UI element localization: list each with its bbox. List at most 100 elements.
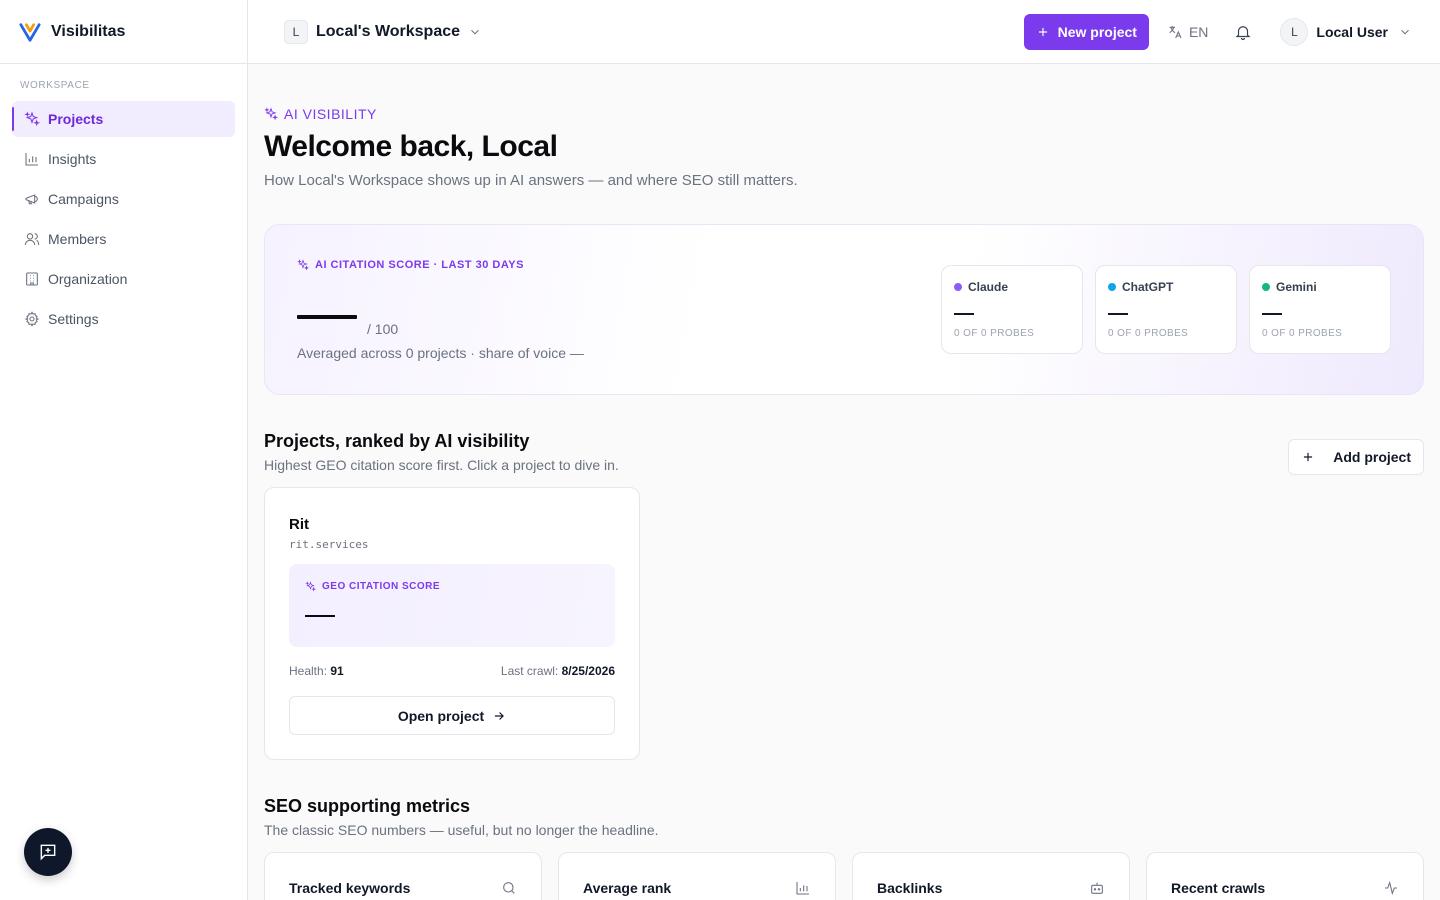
plus-icon <box>1304 452 1313 462</box>
bar-chart-icon <box>25 153 38 166</box>
project-name: Rit <box>289 516 309 533</box>
engine-card-chatgpt[interactable]: ChatGPT 0 OF 0 PROBES <box>1095 265 1237 354</box>
sidebar-nav: WORKSPACE Projects Insights Campaigns Me… <box>0 64 247 337</box>
activity-icon <box>1385 880 1397 896</box>
crawl-value: 8/25/2026 <box>561 664 615 678</box>
sidebar-item-label: Organization <box>48 271 128 287</box>
arrow-right-icon <box>495 711 505 720</box>
building-icon <box>26 272 38 286</box>
metric-label: Backlinks <box>877 880 943 896</box>
metric-card-tracked-keywords[interactable]: Tracked keywords <box>264 852 542 900</box>
brand-logo-icon <box>19 22 41 42</box>
sidebar-item-campaigns[interactable]: Campaigns <box>12 181 235 217</box>
sidebar: Visibilitas WORKSPACE Projects Insights … <box>0 0 248 900</box>
sparkles-icon <box>297 259 309 271</box>
engine-dot <box>1262 283 1270 291</box>
engine-score-placeholder <box>1108 313 1128 315</box>
megaphone-icon <box>25 194 38 205</box>
bot-icon <box>1091 882 1103 894</box>
crawl-label: Last crawl: <box>500 664 559 678</box>
engine-probes: 0 OF 0 PROBES <box>954 328 1035 339</box>
sidebar-item-label: Settings <box>48 311 99 327</box>
sidebar-item-insights[interactable]: Insights <box>12 141 235 177</box>
engine-name: Gemini <box>1262 280 1378 294</box>
gear-icon <box>24 311 40 327</box>
new-project-button[interactable]: New project <box>1023 13 1149 50</box>
sidebar-item-label: Campaigns <box>48 191 119 207</box>
sidebar-item-settings[interactable]: Settings <box>12 301 235 337</box>
page-title: Welcome back, Local <box>264 130 558 163</box>
search-icon <box>503 882 515 894</box>
page-kicker: AI VISIBILITY <box>264 106 377 122</box>
metric-label: Average rank <box>583 880 672 896</box>
add-project-label: Add project <box>1333 449 1411 465</box>
engine-card-gemini[interactable]: Gemini 0 OF 0 PROBES <box>1249 265 1391 354</box>
engine-dot <box>1108 283 1116 291</box>
health-value: 91 <box>330 664 344 678</box>
engine-score-placeholder <box>954 313 974 315</box>
metric-label: Tracked keywords <box>289 880 411 896</box>
score-value-placeholder <box>297 315 357 319</box>
bell-icon[interactable] <box>1234 23 1252 41</box>
open-project-button[interactable]: Open project <box>289 696 615 735</box>
score-max: / 100 <box>367 321 399 337</box>
project-last-crawl: Last crawl: 8/25/2026 <box>501 664 615 678</box>
geo-score-box: GEO CITATION SCORE <box>289 564 615 647</box>
seo-section-title: SEO supporting metrics <box>264 796 471 816</box>
page-subtitle: How Local's Workspace shows up in AI ans… <box>264 172 798 189</box>
sparkles-icon <box>264 107 278 121</box>
topbar-actions: New project EN L Local User <box>1023 13 1412 50</box>
metric-card-recent-crawls[interactable]: Recent crawls <box>1146 852 1424 900</box>
metric-label: Recent crawls <box>1171 880 1266 896</box>
sidebar-item-members[interactable]: Members <box>12 221 235 257</box>
topbar: L Local's Workspace New project EN L Loc… <box>248 0 1440 64</box>
metric-card-average-rank[interactable]: Average rank <box>558 852 836 900</box>
engine-name: ChatGPT <box>1108 280 1224 294</box>
score-kicker-label: AI CITATION SCORE · LAST 30 DAYS <box>315 259 524 271</box>
project-card[interactable]: Rit rit.services GEO CITATION SCORE Heal… <box>264 487 640 760</box>
page-kicker-label: AI VISIBILITY <box>284 106 377 122</box>
engine-probes: 0 OF 0 PROBES <box>1262 328 1343 339</box>
engine-label: ChatGPT <box>1122 280 1174 294</box>
sparkles-icon <box>305 581 316 592</box>
geo-score-placeholder <box>305 615 335 617</box>
language-label: EN <box>1188 23 1209 40</box>
engine-label: Claude <box>968 280 1009 294</box>
user-menu[interactable]: L Local User <box>1280 17 1412 46</box>
sidebar-item-projects[interactable]: Projects <box>12 101 235 137</box>
language-switcher[interactable]: EN <box>1167 24 1208 40</box>
sidebar-item-label: Projects <box>48 111 104 127</box>
chevron-down-icon <box>471 29 479 34</box>
seo-section-subtitle: The classic SEO numbers — useful, but no… <box>264 822 659 838</box>
engine-name: Claude <box>954 280 1070 294</box>
chat-fab-button[interactable] <box>24 828 72 876</box>
geo-kicker: GEO CITATION SCORE <box>305 581 440 592</box>
project-domain: rit.services <box>289 538 369 551</box>
sparkles-icon <box>24 111 40 127</box>
project-health: Health: 91 <box>289 664 344 678</box>
metric-card-backlinks[interactable]: Backlinks <box>852 852 1130 900</box>
nav-heading: WORKSPACE <box>20 80 90 91</box>
engine-card-claude[interactable]: Claude 0 OF 0 PROBES <box>941 265 1083 354</box>
plus-icon <box>1038 27 1047 36</box>
users-icon <box>24 233 40 246</box>
geo-kicker-label: GEO CITATION SCORE <box>322 581 441 592</box>
add-project-button[interactable]: Add project <box>1288 439 1424 475</box>
health-label: Health: <box>289 664 328 678</box>
seo-metrics: Tracked keywords Average rank Backlinks … <box>264 852 1424 900</box>
brand[interactable]: Visibilitas <box>0 0 247 64</box>
avatar: L <box>1280 17 1309 46</box>
workspace-switcher[interactable]: L Local's Workspace <box>284 19 482 44</box>
chevron-down-icon <box>1401 29 1409 34</box>
new-project-label: New project <box>1057 23 1137 40</box>
main-content: AI VISIBILITY Welcome back, Local How Lo… <box>248 64 1440 900</box>
ai-citation-score-card: AI CITATION SCORE · LAST 30 DAYS / 100 A… <box>264 224 1424 395</box>
engine-probes: 0 OF 0 PROBES <box>1108 328 1189 339</box>
engine-cards: Claude 0 OF 0 PROBES ChatGPT 0 OF 0 PROB… <box>941 265 1391 354</box>
translate-icon <box>1169 25 1182 38</box>
score-kicker: AI CITATION SCORE · LAST 30 DAYS <box>297 259 524 271</box>
engine-dot <box>954 283 962 291</box>
project-meta: Health: 91 Last crawl: 8/25/2026 <box>289 664 615 678</box>
sidebar-item-organization[interactable]: Organization <box>12 261 235 297</box>
projects-section-subtitle: Highest GEO citation score first. Click … <box>264 457 619 473</box>
